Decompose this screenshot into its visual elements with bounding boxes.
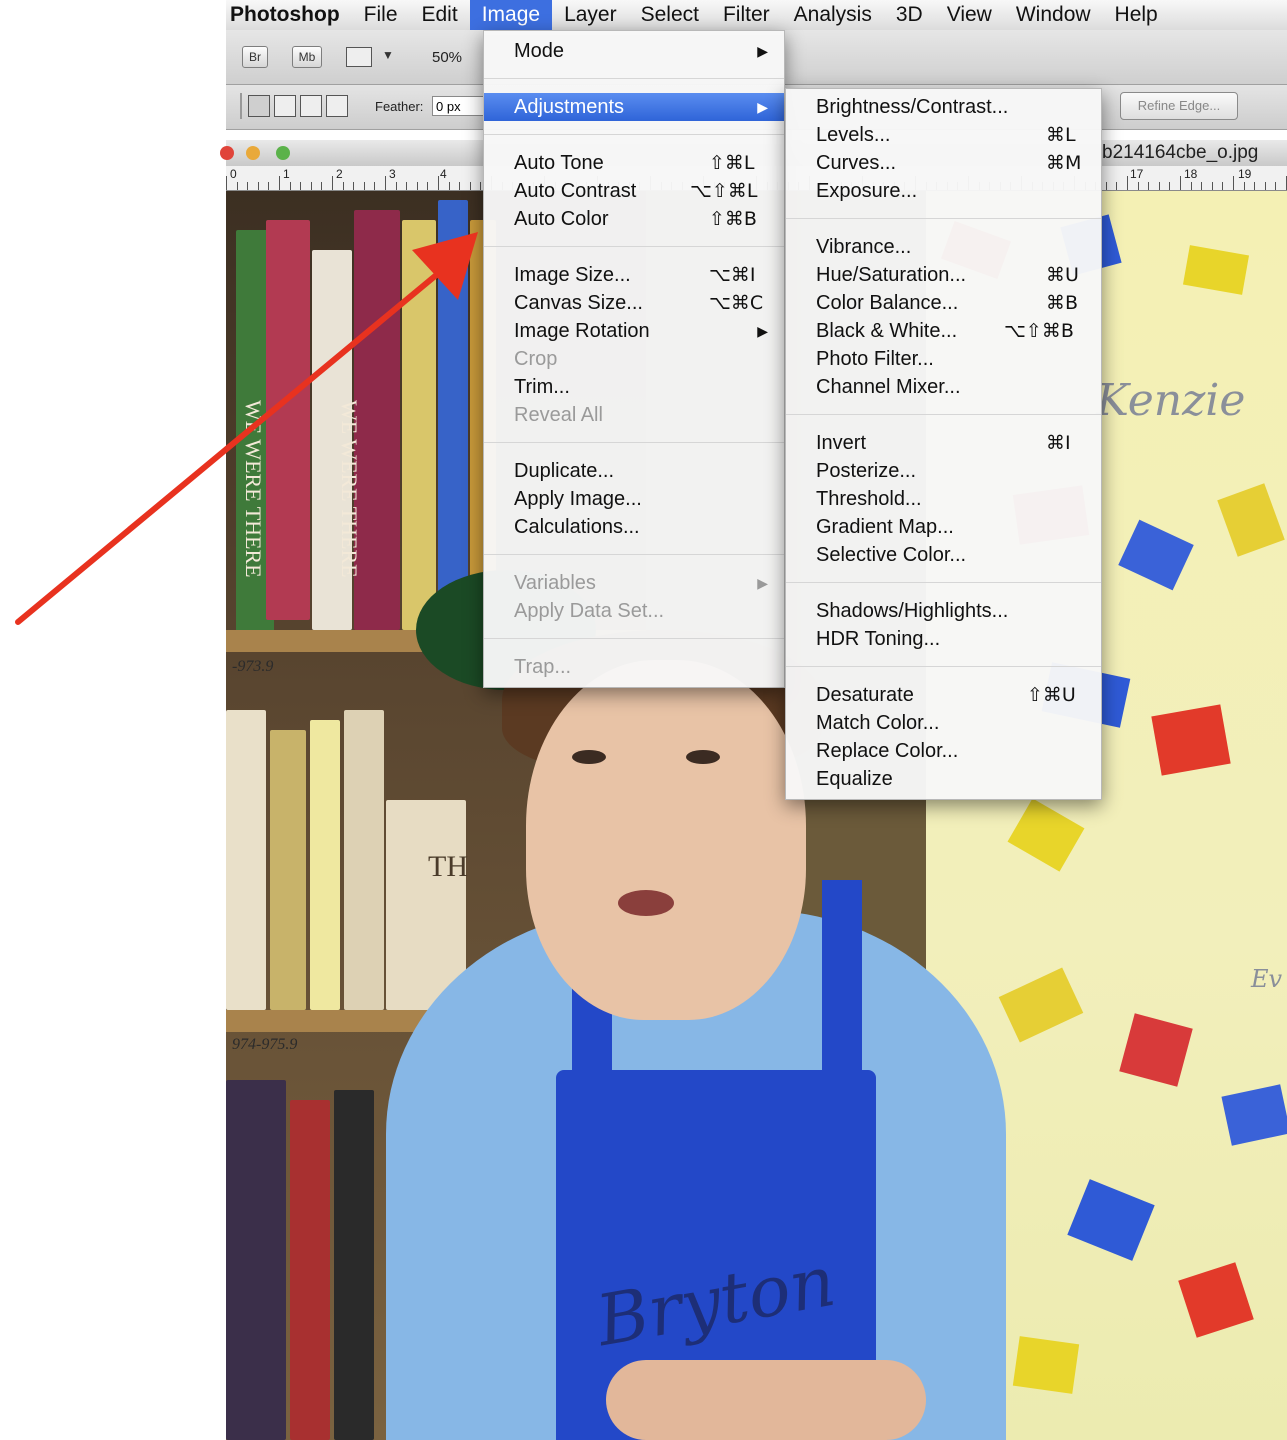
annotation-arrow-icon	[15, 232, 478, 625]
